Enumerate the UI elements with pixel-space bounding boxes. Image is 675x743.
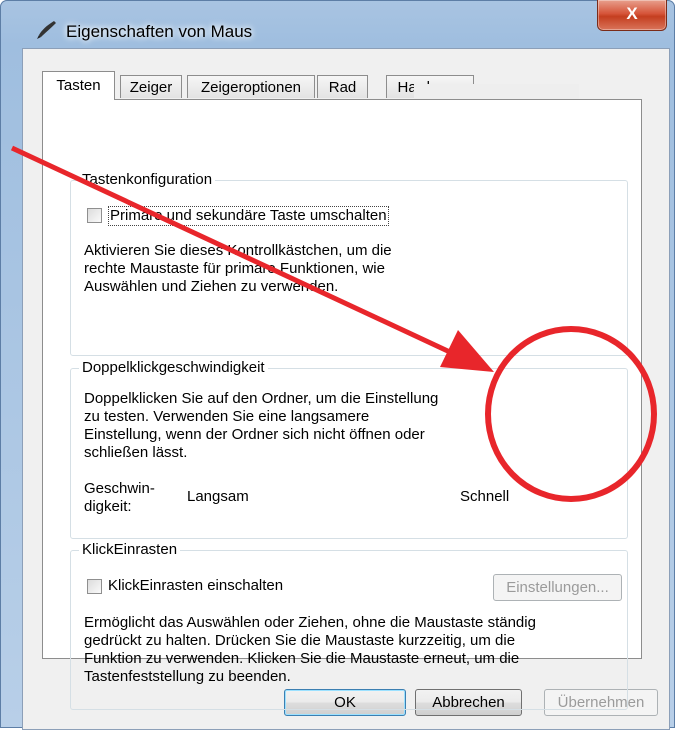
- double-click-desc-4: schließen lässt.: [84, 444, 188, 461]
- tab-zeiger[interactable]: Zeiger: [120, 75, 182, 98]
- button-config-desc-1: Aktivieren Sie dieses Kontrollkästchen, …: [84, 242, 392, 259]
- double-click-title: Doppelklickgeschwindigkeit: [79, 359, 268, 377]
- click-lock-desc-3: Funktion zu verwenden. Klicken Sie die M…: [84, 650, 520, 667]
- click-lock-checkbox[interactable]: [87, 579, 102, 594]
- swap-buttons-checkbox[interactable]: [87, 208, 102, 223]
- double-click-desc-2: zu testen. Verwenden Sie eine langsamere: [84, 408, 370, 425]
- click-lock-title: KlickEinrasten: [79, 541, 181, 559]
- double-click-desc-1: Doppelklicken Sie auf den Ordner, um die…: [84, 390, 439, 407]
- click-lock-settings-button[interactable]: Einstellungen...: [493, 574, 622, 601]
- button-config-title: Tastenkonfiguration: [79, 171, 216, 189]
- double-click-desc-3: Einstellung, wenn der Ordner sich nicht …: [84, 426, 425, 443]
- speed-label-line2: digkeit:: [84, 498, 132, 515]
- slow-label: Langsam: [187, 488, 249, 505]
- speed-label-line1: Geschwin-: [84, 480, 155, 497]
- title-bar[interactable]: Eigenschaften von Maus X: [0, 0, 675, 46]
- window-title: Eigenschaften von Maus: [66, 22, 253, 41]
- swap-buttons-label[interactable]: Primäre und sekundäre Taste umschalten: [108, 206, 389, 226]
- tab-tasten[interactable]: Tasten: [42, 71, 115, 100]
- click-lock-label[interactable]: KlickEinrasten einschalten: [108, 577, 283, 595]
- tab-panel-tasten: Tastenkonfiguration Primäre und sekundär…: [42, 99, 642, 710]
- tab-rad[interactable]: Rad: [317, 75, 368, 98]
- fast-label: Schnell: [460, 488, 510, 505]
- click-lock-desc-2: gedrückt zu halten. Drücken Sie die Maus…: [84, 632, 516, 649]
- tab-zeigeroptionen[interactable]: Zeigeroptionen: [187, 75, 315, 98]
- button-config-desc-2: rechte Maustaste für primäre Funktionen,…: [84, 260, 385, 277]
- click-lock-desc-1: Ermöglicht das Auswählen oder Ziehen, oh…: [84, 614, 536, 631]
- button-config-desc-3: Auswählen und Ziehen zu verwenden.: [84, 278, 339, 295]
- dialog-client-area: Tasten Zeiger Zeigeroptionen Rad Hardwar…: [22, 48, 670, 730]
- close-button[interactable]: X: [597, 0, 667, 31]
- click-lock-desc-4: Tastenfeststellung zu beenden.: [84, 668, 291, 685]
- mouse-pointer-icon: [37, 21, 56, 39]
